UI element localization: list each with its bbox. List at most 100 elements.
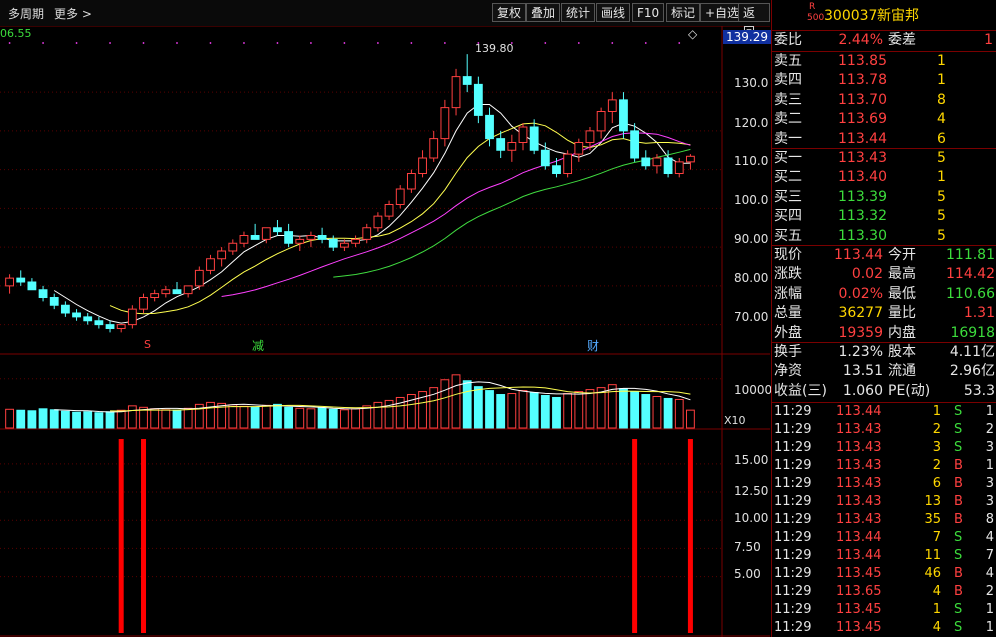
tick-row: 11:29 113.43 2 B 1	[772, 457, 996, 475]
tick-price: 113.43	[836, 494, 882, 509]
event-marker-reduce[interactable]: 减	[252, 337, 264, 354]
stat-label: 量比	[888, 305, 916, 322]
tick-side: S	[954, 440, 963, 455]
stat-value: 110.66	[946, 285, 995, 302]
ask-label: 卖三	[774, 91, 802, 108]
back-button[interactable]: 返回	[738, 3, 770, 39]
tick-time: 11:29	[774, 584, 812, 599]
tick-side: S	[954, 530, 963, 545]
ask-row[interactable]: 卖四 113.78 1	[772, 71, 996, 90]
tick-volume: 11	[924, 548, 941, 563]
candle-body	[94, 320, 104, 326]
stat-row: 涨跌 0.02 最高 114.42	[772, 265, 996, 284]
tick-row: 11:29 113.43 3 S 3	[772, 439, 996, 457]
overlay-button[interactable]: 叠加	[526, 3, 561, 22]
draw-line-button[interactable]: 画线	[596, 3, 631, 22]
candle-body	[228, 242, 238, 252]
stat-label: 最低	[888, 285, 916, 302]
stat-row: 涨幅 0.02% 最低 110.66	[772, 285, 996, 304]
bid-price: 113.43	[838, 150, 887, 166]
candle-body	[429, 138, 439, 159]
marker-dot	[577, 42, 580, 44]
candle-body	[127, 308, 137, 326]
fund-value: 13.51	[842, 363, 883, 380]
stat-value: 36277	[838, 305, 883, 322]
more-menu[interactable]: 更多 >	[54, 5, 92, 22]
bid-label: 买三	[774, 188, 802, 205]
tick-time: 11:29	[774, 566, 812, 581]
volume-bar	[295, 407, 305, 429]
volume-bar	[105, 411, 115, 429]
tick-price: 113.65	[836, 584, 882, 599]
bid-row[interactable]: 买三 113.39 5	[772, 188, 996, 207]
ask-volume: 4	[937, 111, 946, 128]
bid-row[interactable]: 买四 113.32 5	[772, 207, 996, 226]
candle-body	[217, 250, 227, 260]
indicator-tick: 5.00	[734, 567, 761, 581]
kline-chart[interactable]	[0, 26, 770, 637]
fund-value: 53.3	[963, 382, 995, 399]
volume-bar	[5, 408, 14, 429]
ask-price: 113.69	[838, 111, 887, 128]
f10-button[interactable]: F10	[632, 3, 665, 22]
ask-price: 113.44	[838, 130, 887, 147]
mark-button[interactable]: 标记	[666, 3, 701, 22]
tick-price: 113.44	[836, 530, 882, 545]
fund-label: 流通	[888, 363, 916, 380]
period-selector[interactable]: 多周期	[8, 5, 44, 22]
volume-bar	[574, 391, 584, 429]
fund-value: 1.060	[842, 382, 883, 399]
event-marker-s[interactable]: S	[144, 338, 151, 351]
candle-body	[60, 304, 70, 314]
candle-body	[395, 188, 405, 205]
fundamental-row: 净资 13.51 流通 2.96亿	[772, 362, 996, 381]
chart-area[interactable]: 06.55 ◇ 139.29 139.80 130.0 120.0 110.0 …	[0, 26, 772, 637]
tick-time: 11:29	[774, 602, 812, 617]
fund-label: 净资	[774, 363, 802, 380]
tick-volume: 2	[932, 458, 941, 473]
tick-side: S	[954, 404, 963, 419]
stat-value: 0.02%	[838, 285, 883, 302]
adjust-button[interactable]: 复权	[492, 3, 527, 22]
candle-body	[83, 316, 93, 322]
volume-bar	[518, 390, 528, 429]
candle-body	[206, 258, 215, 271]
fundamental-row: 换手 1.23% 股本 4.11亿	[772, 343, 996, 362]
tick-price: 113.43	[836, 512, 882, 527]
price-tick: 90.00	[734, 232, 769, 246]
tick-price: 113.43	[836, 476, 882, 491]
ma-line-5	[53, 104, 691, 324]
ask-row[interactable]: 卖三 113.70 8	[772, 91, 996, 110]
tick-price: 113.44	[836, 404, 882, 419]
tick-price: 113.45	[836, 566, 882, 581]
ask-price: 113.85	[838, 53, 887, 69]
tick-row: 11:29 113.65 4 B 2	[772, 583, 996, 601]
event-marker-finance[interactable]: 财	[587, 337, 599, 354]
r-tag-number: 500	[807, 13, 825, 23]
candle-body	[462, 76, 472, 85]
stock-code: 300037	[824, 8, 878, 24]
stats-button[interactable]: 统计	[561, 3, 596, 22]
bid-row[interactable]: 买一 113.43 5	[772, 149, 996, 168]
bid-row[interactable]: 买二 113.40 1	[772, 168, 996, 187]
tick-volume: 4	[932, 584, 941, 599]
volume-bar	[663, 397, 673, 429]
diamond-icon[interactable]: ◇	[688, 27, 697, 41]
tick-price: 113.43	[836, 440, 882, 455]
tick-volume: 6	[932, 476, 941, 491]
tick-side: B	[954, 476, 963, 491]
bid-row[interactable]: 买五 113.30 5	[772, 227, 996, 246]
marker-dot	[678, 42, 681, 44]
quote-header: R 500 300037 新宙邦	[772, 2, 996, 30]
marker-dot	[42, 42, 44, 44]
marker-dot	[410, 42, 413, 44]
candle-body	[183, 285, 193, 295]
candle-body	[473, 83, 483, 116]
candle-body	[194, 269, 204, 287]
ask-row[interactable]: 卖一 113.44 6	[772, 130, 996, 149]
candle-body	[485, 114, 494, 140]
ask-row[interactable]: 卖二 113.69 4	[772, 110, 996, 129]
ask-label: 卖二	[774, 111, 802, 128]
ask-row[interactable]: 卖五 113.85 1	[772, 52, 996, 71]
candle-body	[362, 227, 372, 240]
